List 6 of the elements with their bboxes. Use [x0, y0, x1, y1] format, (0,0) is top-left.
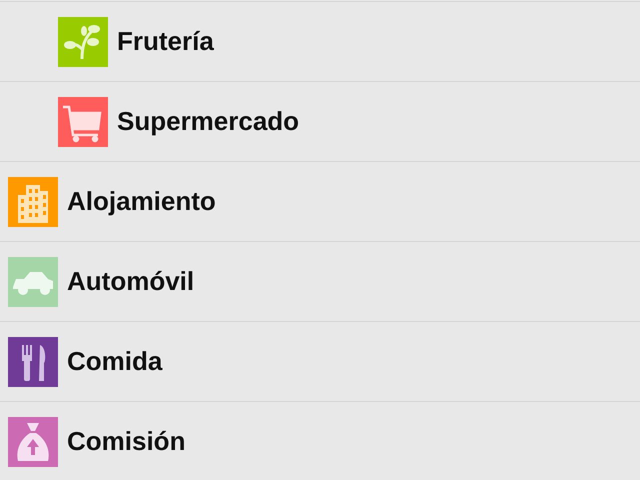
category-label: Comida	[67, 345, 162, 378]
category-label: Comisión	[67, 425, 186, 458]
category-label: Frutería	[117, 25, 214, 58]
category-label: Automóvil	[67, 265, 194, 298]
category-label: Alojamiento	[67, 185, 216, 218]
category-label: Supermercado	[117, 105, 300, 138]
